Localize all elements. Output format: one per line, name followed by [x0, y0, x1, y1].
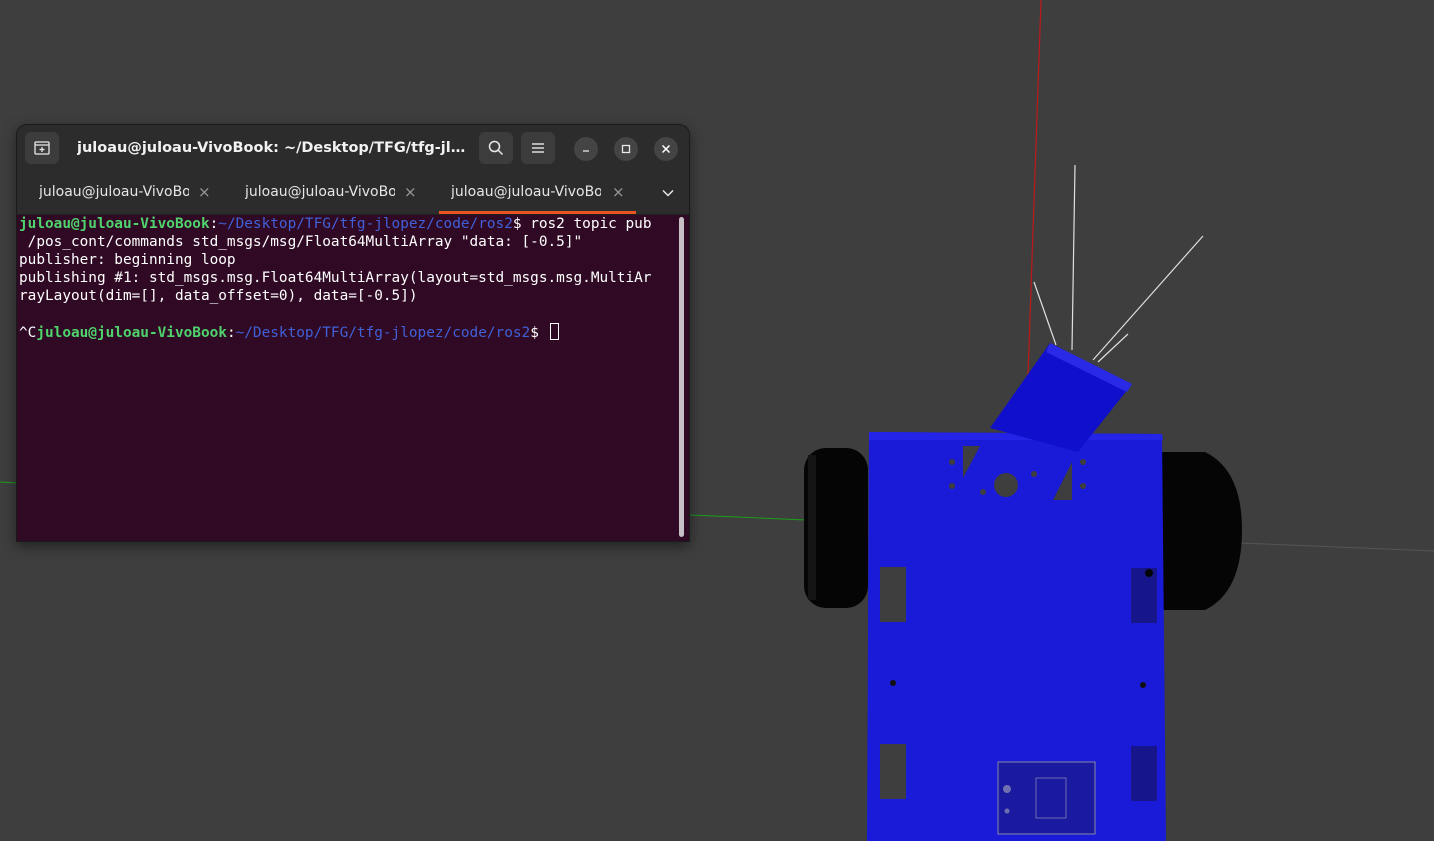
tab-2[interactable]: juloau@juloau-VivoBo... ×: [225, 171, 422, 214]
terminal-titlebar[interactable]: juloau@juloau-VivoBook: ~/Desktop/TFG/tf…: [17, 125, 689, 171]
search-icon: [488, 140, 504, 156]
terminal-output[interactable]: juloau@juloau-VivoBook:~/Desktop/TFG/tfg…: [17, 215, 677, 541]
maximize-icon: [621, 144, 631, 154]
tab-1[interactable]: juloau@juloau-VivoBo... ×: [19, 171, 216, 214]
tab-close-icon[interactable]: ×: [612, 171, 625, 214]
prompt-user: juloau@juloau-VivoBook: [19, 216, 210, 232]
right-wheel: [1160, 452, 1242, 610]
prompt-path: ~/Desktop/TFG/tfg-jlopez/code/ros2: [218, 216, 513, 232]
terminal-line: publishing #1: std_msgs.msg.Float64Multi…: [19, 270, 652, 286]
new-tab-button[interactable]: [25, 132, 59, 164]
terminal-line: publisher: beginning loop: [19, 252, 236, 268]
prompt-separator: :: [226, 325, 236, 341]
terminal-scrollbar[interactable]: [679, 217, 684, 537]
prompt-separator: :: [209, 216, 219, 232]
left-wheel: [804, 448, 868, 608]
text-cursor: [549, 323, 559, 340]
prompt-user: juloau@juloau-VivoBook: [36, 325, 227, 341]
circuit-board: [997, 761, 1096, 835]
minimize-button[interactable]: [574, 137, 598, 161]
terminal-line: juloau@juloau-VivoBook:~/Desktop/TFG/tfg…: [19, 215, 677, 233]
prompt-symbol: $: [512, 216, 522, 232]
terminal-window[interactable]: juloau@juloau-VivoBook: ~/Desktop/TFG/tf…: [17, 125, 689, 541]
menu-button[interactable]: [521, 132, 555, 164]
tab-close-icon[interactable]: ×: [404, 171, 417, 214]
window-title: juloau@juloau-VivoBook: ~/Desktop/TFG/tf…: [77, 140, 467, 156]
tabs-dropdown-button[interactable]: [653, 171, 683, 214]
tab-3[interactable]: juloau@juloau-VivoBo... ×: [439, 171, 636, 214]
tab-label: juloau@juloau-VivoBo...: [245, 184, 395, 200]
minimize-icon: [583, 150, 589, 152]
chevron-down-icon: [662, 189, 674, 197]
command-text: ros2 topic pub: [521, 216, 652, 232]
terminal-line: /pos_cont/commands std_msgs/msg/Float64M…: [19, 234, 583, 250]
close-icon: [661, 144, 671, 154]
interrupt-text: ^C: [19, 325, 37, 341]
tab-label: juloau@juloau-VivoBo...: [451, 184, 601, 200]
tab-bar: juloau@juloau-VivoBo... × juloau@juloau-…: [17, 171, 689, 215]
tab-close-icon[interactable]: ×: [198, 171, 211, 214]
new-tab-icon: [34, 141, 50, 155]
maximize-button[interactable]: [614, 137, 638, 161]
terminal-line: ^Cjuloau@juloau-VivoBook:~/Desktop/TFG/t…: [19, 323, 677, 341]
search-button[interactable]: [479, 132, 513, 164]
close-button[interactable]: [654, 137, 678, 161]
hamburger-menu-icon: [532, 143, 544, 153]
terminal-line: rayLayout(dim=[], data_offset=0), data=[…: [19, 288, 418, 304]
prompt-symbol: $: [530, 325, 539, 341]
prompt-path: ~/Desktop/TFG/tfg-jlopez/code/ros2: [235, 325, 531, 341]
active-tab-indicator: [439, 211, 636, 214]
tab-label: juloau@juloau-VivoBo...: [39, 184, 189, 200]
